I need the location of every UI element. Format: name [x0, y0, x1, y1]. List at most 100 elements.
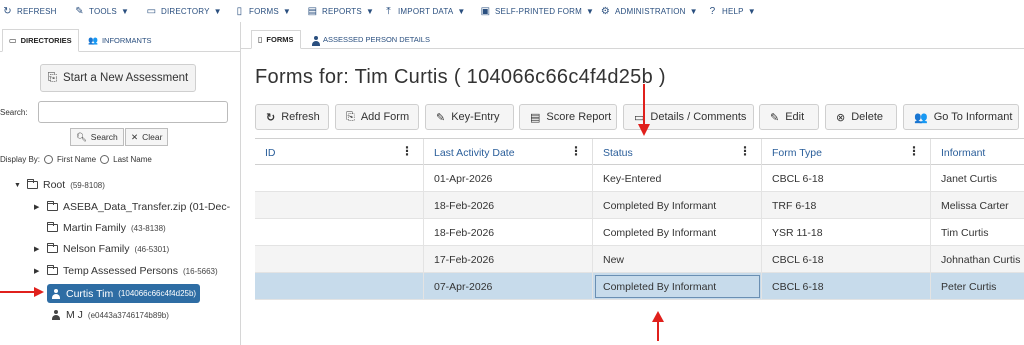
menu-self-printed-form-label: SELF-PRINTED FORM [495, 6, 582, 16]
tree-node-curtis-tim[interactable]: Curtis Tim (104066c66c4f4d25b) [47, 284, 201, 303]
details-comments-button-label: Details / Comments [650, 111, 747, 123]
cell-id [255, 192, 424, 219]
caret-right-icon[interactable]: ▶ [34, 267, 42, 275]
key-entry-button[interactable]: ✎ Key-Entry [425, 104, 514, 130]
start-new-assessment-button[interactable]: ⎘ Start a New Assessment [40, 64, 196, 92]
tree-node-label: Temp Assessed Persons [63, 265, 178, 277]
edit-button-label: Edit [785, 111, 805, 123]
tree-node-m-j[interactable]: M J (e0443a3746174b89b) [51, 306, 169, 324]
tree-node-root[interactable]: ▼ Root (59-8108) [14, 176, 105, 194]
column-header-label: Informant [941, 146, 986, 159]
people-icon: 👥 [914, 111, 928, 124]
column-header-label: Status [603, 146, 633, 159]
go-to-informant-button-label: Go To Informant [933, 111, 1013, 123]
first-name-radio[interactable] [44, 155, 54, 164]
add-form-button[interactable]: ⎘ Add Form [335, 104, 419, 130]
caret-right-icon[interactable]: ▶ [34, 203, 42, 211]
column-header-label: Form Type [772, 146, 822, 159]
menu-administration[interactable]: ⚙ ADMINISTRATION ▼ [600, 4, 698, 18]
tree-node-count: (46-5301) [134, 244, 170, 254]
search-button[interactable]: 🔍︎ Search [70, 128, 124, 146]
folder-icon [47, 222, 58, 232]
chevron-down-icon: ▼ [365, 6, 375, 16]
column-header-label: Last Activity Date [434, 146, 515, 159]
new-document-icon: ⎘ [346, 110, 355, 123]
cell-status[interactable]: Completed By Informant [593, 273, 762, 300]
tab-forms[interactable]: ▯ FORMS [251, 30, 301, 49]
table-row-selected[interactable]: 07-Apr-2026 Completed By Informant CBCL … [255, 273, 1024, 300]
tree-node-temp-assessed-persons[interactable]: ▶ Temp Assessed Persons (16-5663) [34, 262, 218, 280]
table-row[interactable]: 18-Feb-2026 Completed By Informant TRF 6… [255, 192, 1024, 219]
tab-informants-label: INFORMANTS [101, 36, 152, 45]
person-icon [51, 310, 61, 320]
menu-refresh[interactable]: ↻ REFRESH [2, 4, 57, 18]
tree-node-count: (59-8108) [70, 180, 105, 190]
tree-node-count: (e0443a3746174b89b) [87, 310, 169, 320]
tree-node-aseba[interactable]: ▶ ASEBA_Data_Transfer.zip (01-Dec- [34, 198, 230, 216]
tab-assessed-person-details[interactable]: ASSESSED PERSON DETAILS [305, 30, 436, 49]
column-header-informant[interactable]: Informant [931, 139, 1024, 166]
cell-date: 01-Apr-2026 [424, 165, 593, 192]
menu-self-printed-form[interactable]: ▣ SELF-PRINTED FORM ▼ [480, 4, 594, 18]
column-header-status[interactable]: Status ⋮ [593, 139, 762, 166]
menu-tools[interactable]: ✎ TOOLS ▼ [74, 4, 129, 18]
column-header-id[interactable]: ID ⋮ [255, 139, 424, 166]
search-label: Search: [0, 108, 28, 117]
top-menu-bar: ↻ REFRESH ✎ TOOLS ▼ ▭ DIRECTORY ▼ ▯ FORM… [0, 0, 1024, 22]
help-icon: ? [709, 5, 716, 17]
column-menu-icon[interactable]: ⋮ [401, 145, 413, 157]
table-row[interactable]: 01-Apr-2026 Key-Entered CBCL 6-18 Janet … [255, 165, 1024, 192]
page-title: Forms for: Tim Curtis ( 104066c66c4f4d25… [255, 66, 666, 88]
menu-help[interactable]: ? HELP ▼ [707, 4, 756, 18]
first-name-label: First Name [57, 155, 97, 164]
tree-node-martin-family[interactable]: Martin Family (43-8138) [34, 219, 166, 237]
tab-directories[interactable]: ▭ DIRECTORIES [2, 29, 79, 52]
cell-status: Completed By Informant [593, 219, 762, 246]
cell-date: 17-Feb-2026 [424, 246, 593, 273]
caret-down-icon[interactable]: ▼ [14, 182, 22, 189]
chevron-down-icon: ▼ [213, 6, 222, 16]
last-name-radio[interactable] [100, 155, 110, 164]
chevron-down-icon: ▼ [747, 6, 756, 16]
column-menu-icon[interactable]: ⋮ [739, 145, 751, 157]
column-header-form-type[interactable]: Form Type ⋮ [762, 139, 931, 166]
last-name-label: Last Name [113, 155, 152, 164]
tree-node-label: Root [43, 179, 66, 191]
menu-reports-label: REPORTS [322, 6, 362, 16]
annotation-arrow-up [652, 311, 664, 341]
delete-button-label: Delete [851, 111, 884, 123]
search-input[interactable] [38, 101, 228, 123]
refresh-icon: ↻ [266, 111, 276, 124]
table-row[interactable]: 17-Feb-2026 New CBCL 6-18 Johnathan Curt… [255, 246, 1024, 273]
folder-icon [47, 265, 58, 275]
column-menu-icon[interactable]: ⋮ [908, 145, 920, 157]
key-entry-button-label: Key-Entry [451, 111, 500, 123]
delete-button[interactable]: ⊗ Delete [825, 104, 897, 130]
cell-id [255, 273, 424, 300]
cell-informant: Janet Curtis [941, 172, 998, 185]
refresh-button[interactable]: ↻ Refresh [255, 104, 329, 130]
menu-directory[interactable]: ▭ DIRECTORY ▼ [146, 4, 222, 18]
tree-node-nelson-family[interactable]: ▶ Nelson Family (46-5301) [34, 240, 169, 258]
score-report-button[interactable]: ▤ Score Report [519, 104, 617, 130]
tab-directories-label: DIRECTORIES [20, 36, 72, 45]
cell-status: Completed By Informant [593, 192, 762, 219]
menu-forms[interactable]: ▯ FORMS ▼ [234, 4, 291, 18]
column-menu-icon[interactable]: ⋮ [570, 145, 582, 157]
go-to-informant-button[interactable]: 👥 Go To Informant [903, 104, 1019, 130]
menu-reports[interactable]: ▤ REPORTS ▼ [307, 4, 374, 18]
close-icon: ✕ [131, 131, 139, 142]
cell-id [255, 246, 424, 273]
tab-informants[interactable]: 👥 INFORMANTS [82, 29, 158, 52]
caret-right-icon[interactable]: ▶ [34, 245, 42, 253]
menu-import-data[interactable]: ⤒ IMPORT DATA ▼ [383, 4, 466, 18]
folder-icon [27, 179, 38, 189]
cell-id [255, 219, 424, 246]
report-icon: ▤ [307, 5, 318, 17]
column-header-last-activity-date[interactable]: Last Activity Date ⋮ [424, 139, 593, 166]
wrench-icon: ✎ [75, 5, 84, 17]
table-row[interactable]: 18-Feb-2026 Completed By Informant YSR 1… [255, 219, 1024, 246]
clear-button[interactable]: ✕ Clear [125, 128, 169, 146]
edit-button[interactable]: ✎ Edit [759, 104, 819, 130]
add-form-button-label: Add Form [360, 111, 410, 123]
